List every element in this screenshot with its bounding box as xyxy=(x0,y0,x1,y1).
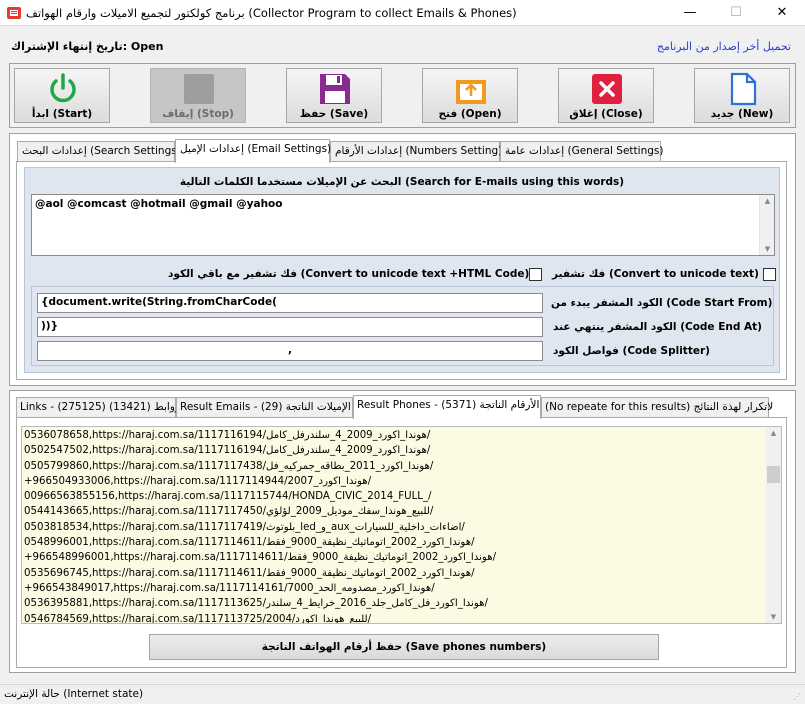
phones-scrollbar[interactable]: ▲ ▼ xyxy=(766,427,781,623)
code-splitter-label: فواصل الكود (Code Splitter) xyxy=(553,345,710,357)
start-label: ابدأ (Start) xyxy=(31,108,93,120)
tab-numbers-setting[interactable]: إعدادات الأرقام (Numbers Setting) xyxy=(330,141,502,162)
open-folder-icon xyxy=(456,80,486,104)
code-end-input[interactable]: ))} xyxy=(37,317,543,337)
open-label: فتح (Open) xyxy=(438,108,502,120)
phone-result-row: 0536078658,https://haraj.com.sa/11171161… xyxy=(24,430,431,441)
resize-grip-icon[interactable]: ⋰ xyxy=(793,692,803,702)
tab-general-settings[interactable]: إعدادات عامة (General Settings) xyxy=(500,141,663,162)
stop-button[interactable]: إيقاف (Stop) xyxy=(150,68,246,123)
close-button[interactable]: إغلاق (Close) xyxy=(558,68,654,123)
tab-no-repeat[interactable]: (No repeate for this results) لاتكرار له… xyxy=(541,397,773,418)
unicode-label: فك تشفير (Convert to unicode text) xyxy=(552,268,759,280)
new-document-icon xyxy=(730,72,757,106)
phone-result-row: 0536395881,https://haraj.com.sa/11171136… xyxy=(24,598,488,610)
scroll-down-icon[interactable]: ▼ xyxy=(766,613,781,621)
search-words-input[interactable]: @aol @comcast @hotmail @gmail @yahoo xyxy=(31,194,775,256)
scroll-up-icon[interactable]: ▲ xyxy=(760,197,775,205)
close-label: إغلاق (Close) xyxy=(569,108,643,120)
close-window-button[interactable]: ✕ xyxy=(759,0,805,26)
code-start-input[interactable]: {document.write(String.fromCharCode( xyxy=(37,293,543,313)
stop-icon xyxy=(184,74,214,104)
new-button[interactable]: جديد (New) xyxy=(694,68,790,123)
tab-result-phones[interactable]: Result Phones - الأرقام الناتجة (5371) xyxy=(353,395,541,419)
tab-email-settings[interactable]: إعدادات الإميل (Email Settings) xyxy=(175,139,331,163)
stop-label: إيقاف (Stop) xyxy=(162,108,234,120)
subscription-expiry: تاريخ إنتهاء الإشتراك: Open xyxy=(11,40,164,53)
phones-scroll-thumb[interactable] xyxy=(767,466,780,483)
download-latest-link[interactable]: تحميل أخر إصدار من البرنامج xyxy=(657,40,791,53)
unicode-html-checkbox[interactable] xyxy=(529,268,542,281)
phone-result-row: 0505799860,https://haraj.com.sa/11171174… xyxy=(24,460,434,472)
phone-result-row: 0546784569,https://haraj.com.sa/11171137… xyxy=(24,613,372,624)
phone-result-row: +966543849017,https://haraj.com.sa/11171… xyxy=(24,582,435,594)
search-words-caption: البحث عن الإميلات مستخدما الكلمات التالي… xyxy=(179,176,625,188)
tab-links[interactable]: Links - الروابط (13421) (275125) xyxy=(16,397,187,418)
power-icon xyxy=(50,73,76,103)
phone-result-row: 0535696745,https://haraj.com.sa/11171146… xyxy=(24,567,475,579)
code-start-label: الكود المشفر يبدء من (Code Start From) xyxy=(551,297,773,309)
phones-lines: 0536078658,https://haraj.com.sa/11171161… xyxy=(24,428,497,624)
save-phones-button[interactable]: حفظ أرقام الهواتف الناتجة (Save phones n… xyxy=(149,634,659,660)
phone-result-row: 0544143665,https://haraj.com.sa/11171174… xyxy=(24,506,434,518)
phone-result-row: 0548996001,https://haraj.com.sa/11171146… xyxy=(24,537,475,549)
scroll-down-icon[interactable]: ▼ xyxy=(760,245,775,253)
toolbar xyxy=(9,63,796,128)
floppy-disk-icon xyxy=(320,74,350,104)
window-title: برنامج كولكتور لتجميع الاميلات وارقام ال… xyxy=(26,6,517,20)
open-button[interactable]: فتح (Open) xyxy=(422,68,518,123)
search-words-scrollbar[interactable]: ▲ ▼ xyxy=(759,195,774,255)
phones-results-list[interactable]: 0536078658,https://haraj.com.sa/11171161… xyxy=(21,426,782,624)
new-label: جديد (New) xyxy=(710,108,774,120)
phone-result-row: 0502547502,https://haraj.com.sa/11171161… xyxy=(24,445,431,457)
phone-result-row: 0503818534,https://haraj.com.sa/11171174… xyxy=(24,521,465,533)
code-end-label: الكود المشفر ينتهي عند (Code End At) xyxy=(553,321,762,333)
maximize-button[interactable]: ☐ xyxy=(713,0,759,26)
phone-result-row: 00966563855156,https://haraj.com.sa/1117… xyxy=(24,491,432,503)
tab-search-settings[interactable]: إعدادات البحث (Search Settings) xyxy=(17,141,181,162)
tab-result-emails[interactable]: Result Emails - الإميلات الناتجة (29) xyxy=(176,397,353,418)
save-label: حفظ (Save) xyxy=(299,108,369,120)
start-button[interactable]: ابدأ (Start) xyxy=(14,68,110,123)
phone-result-row: +966504933006,https://haraj.com.sa/11171… xyxy=(24,475,372,487)
code-splitter-input[interactable]: , xyxy=(37,341,543,361)
close-x-icon xyxy=(592,74,622,104)
phone-result-row: +966548996001,https://haraj.com.sa/11171… xyxy=(24,552,497,564)
scroll-up-icon[interactable]: ▲ xyxy=(766,429,781,437)
save-button[interactable]: حفظ (Save) xyxy=(286,68,382,123)
unicode-html-label: فك تشفير مع باقي الكود (Convert to unico… xyxy=(168,268,530,280)
unicode-checkbox[interactable] xyxy=(763,268,776,281)
internet-state-label: حالة الإنترنت (Internet state) xyxy=(4,688,144,700)
app-icon xyxy=(7,7,21,19)
minimize-button[interactable]: — xyxy=(667,0,713,26)
